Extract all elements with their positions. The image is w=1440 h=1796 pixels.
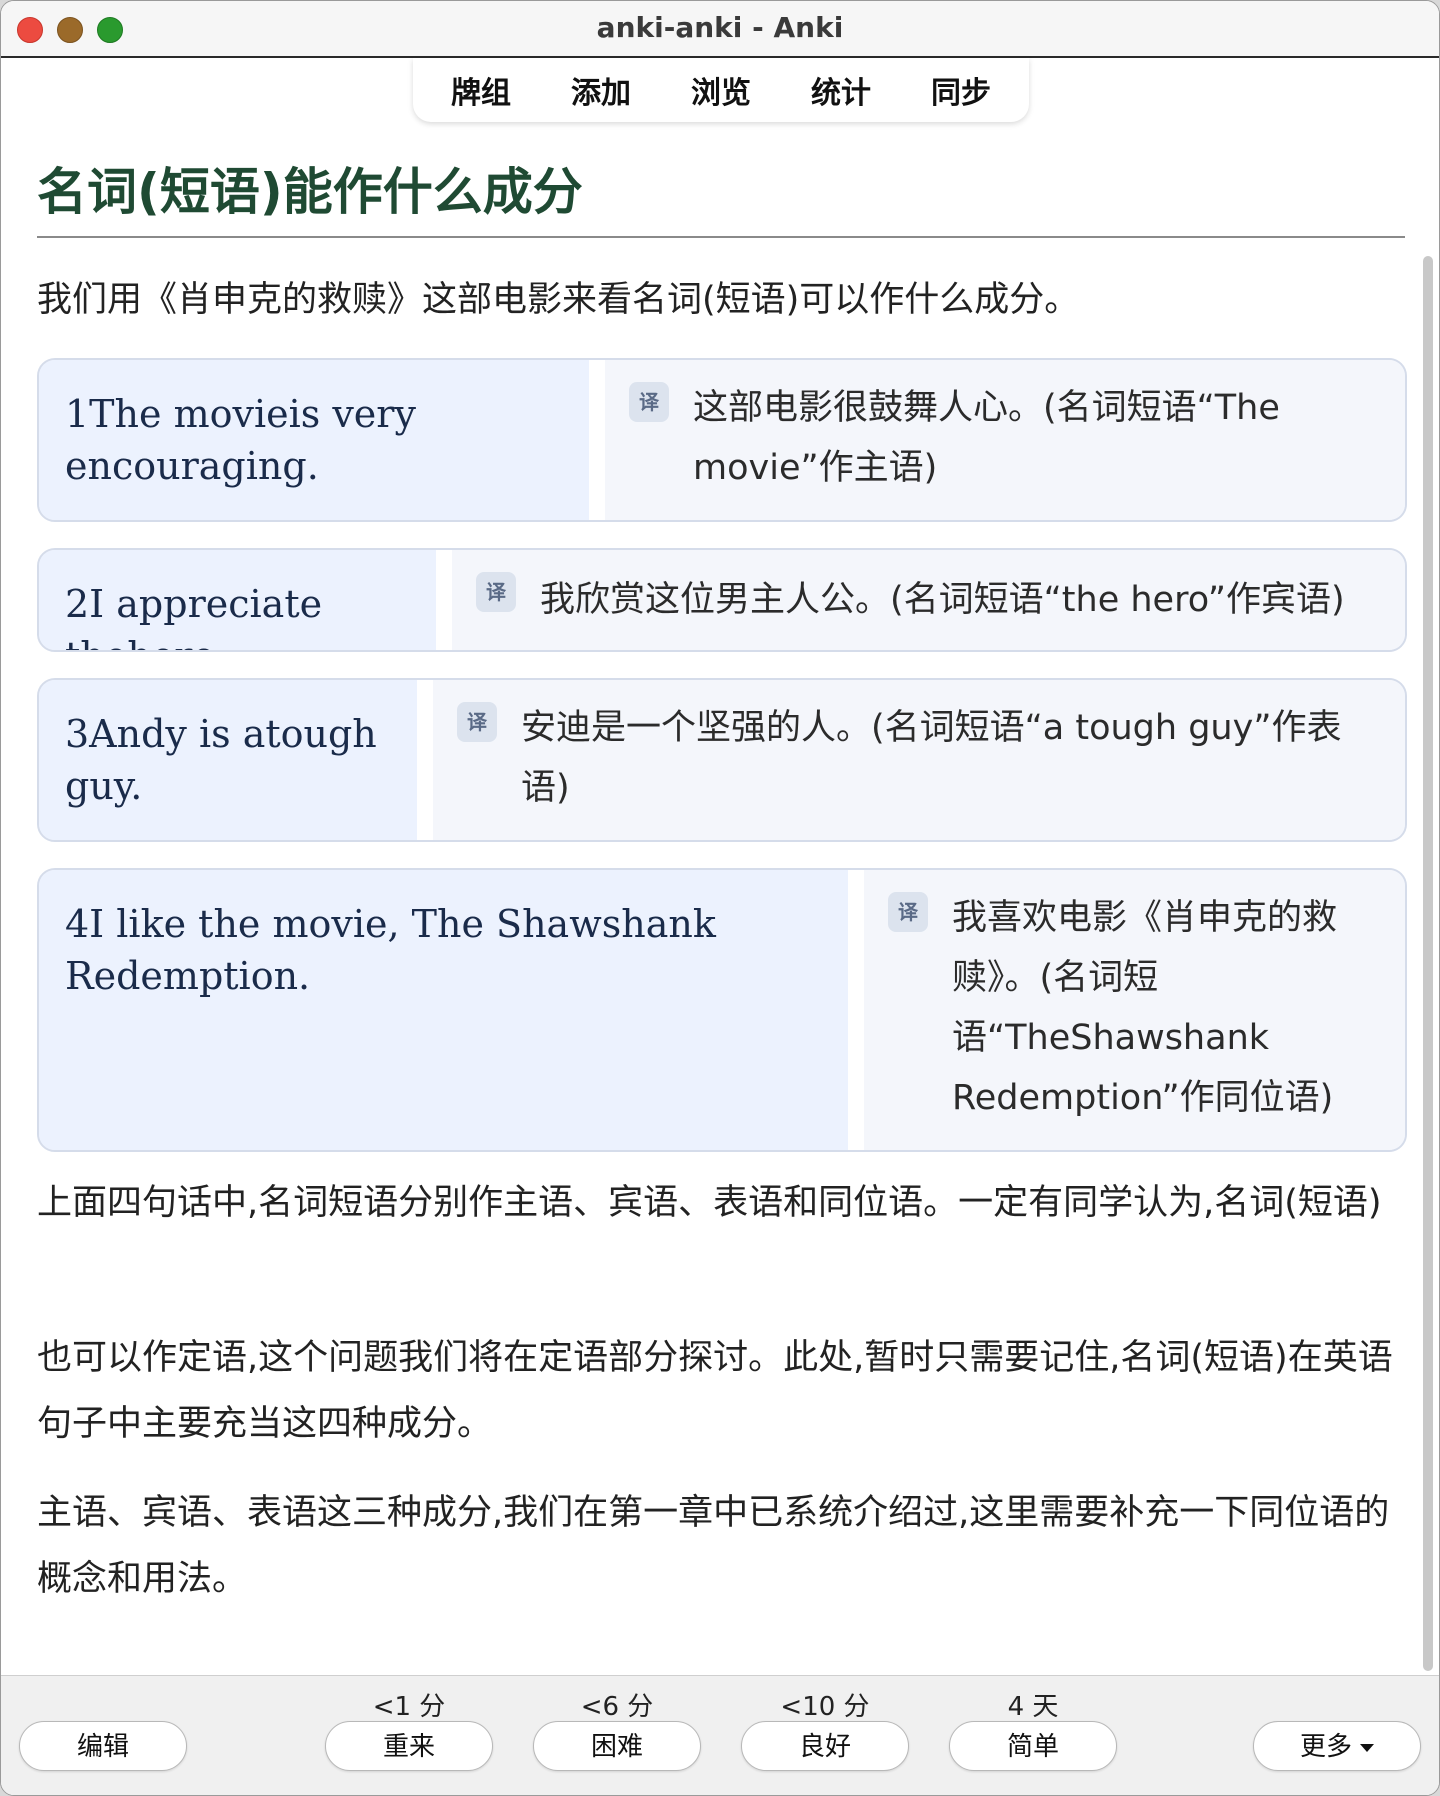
example-card: 2I appreciate thehero. 译 我欣赏这位男主人公。(名词短语… [37, 548, 1407, 652]
translate-badge-icon: 译 [457, 702, 497, 742]
example-translation: 译 这部电影很鼓舞人心。(名词短语“The movie”作主语) [605, 360, 1405, 520]
review-bottom-bar: 编辑 <1 分 重来 <6 分 困难 <10 分 良好 4 天 简单 更多 [1, 1675, 1439, 1795]
example-chinese: 这部电影很鼓舞人心。(名词短语“The movie”作主语) [693, 388, 1280, 488]
example-english: 2I appreciate thehero. [39, 550, 452, 650]
nav-decks[interactable]: 牌组 [421, 68, 541, 112]
vertical-scrollbar[interactable] [1423, 256, 1433, 1671]
body-paragraph: 上面四句话中,名词短语分别作主语、宾语、表语和同位语。一定有同学认为,名词(短语… [37, 1183, 1382, 1223]
translate-badge-icon: 译 [888, 892, 928, 932]
card-heading: 名词(短语)能作什么成分 [37, 163, 583, 221]
nav-sync[interactable]: 同步 [901, 68, 1021, 112]
top-toolbar: 牌组 添加 浏览 统计 同步 [413, 58, 1029, 122]
example-translation: 译 安迪是一个坚强的人。(名词短语“a tough guy”作表语) [433, 680, 1405, 840]
example-english: 3Andy is atough guy. [39, 680, 433, 840]
translate-badge-icon: 译 [476, 572, 516, 612]
example-translation: 译 我喜欢电影《肖申克的救赎》。(名词短语“TheShawshank Redem… [864, 870, 1405, 1150]
example-english: 1The movieis very encouraging. [39, 360, 605, 520]
body-paragraph: 主语、宾语、表语这三种成分,我们在第一章中已系统介绍过,这里需要补充一下同位语的… [37, 1493, 1390, 1599]
again-interval: <1 分 [372, 1692, 446, 1722]
nav-stats[interactable]: 统计 [781, 68, 901, 112]
easy-interval: 4 天 [1007, 1692, 1059, 1722]
good-interval: <10 分 [780, 1692, 870, 1722]
example-chinese: 安迪是一个坚强的人。(名词短语“a tough guy”作表语) [521, 708, 1342, 808]
good-button[interactable]: 良好 [741, 1721, 909, 1771]
window-title: anki-anki - Anki [596, 11, 844, 44]
edit-button[interactable]: 编辑 [19, 1721, 187, 1771]
example-card: 3Andy is atough guy. 译 安迪是一个坚强的人。(名词短语“a… [37, 678, 1407, 842]
easy-button[interactable]: 简单 [949, 1721, 1117, 1771]
title-bar: anki-anki - Anki [1, 1, 1439, 58]
more-button[interactable]: 更多 [1253, 1721, 1421, 1771]
example-english: 4I like the movie, The Shawshank Redempt… [39, 870, 864, 1150]
example-chinese: 我喜欢电影《肖申克的救赎》。(名词短语“TheShawshank Redempt… [952, 898, 1338, 1118]
example-card: 4I like the movie, The Shawshank Redempt… [37, 868, 1407, 1152]
example-chinese: 我欣赏这位男主人公。(名词短语“the hero”作宾语) [540, 580, 1345, 620]
nav-browse[interactable]: 浏览 [661, 68, 781, 112]
hard-interval: <6 分 [580, 1692, 654, 1722]
more-label: 更多 [1299, 1732, 1352, 1762]
chevron-down-icon [1360, 1743, 1374, 1752]
example-translation: 译 我欣赏这位男主人公。(名词短语“the hero”作宾语) [452, 550, 1405, 650]
intro-paragraph: 我们用《肖申克的救赎》这部电影来看名词(短语)可以作什么成分。 [37, 280, 1080, 320]
translate-badge-icon: 译 [629, 382, 669, 422]
nav-add[interactable]: 添加 [541, 68, 661, 112]
example-card: 1The movieis very encouraging. 译 这部电影很鼓舞… [37, 358, 1407, 522]
anki-window: anki-anki - Anki 牌组 添加 浏览 统计 同步 名词(短语)能作… [0, 0, 1440, 1796]
body-paragraph: 也可以作定语,这个问题我们将在定语部分探讨。此处,暂时只需要记住,名词(短语)在… [37, 1338, 1393, 1444]
again-button[interactable]: 重来 [325, 1721, 493, 1771]
hard-button[interactable]: 困难 [533, 1721, 701, 1771]
card-content: 名词(短语)能作什么成分 我们用《肖申克的救赎》这部电影来看名词(短语)可以作什… [1, 122, 1425, 1675]
heading-divider [37, 236, 1405, 238]
